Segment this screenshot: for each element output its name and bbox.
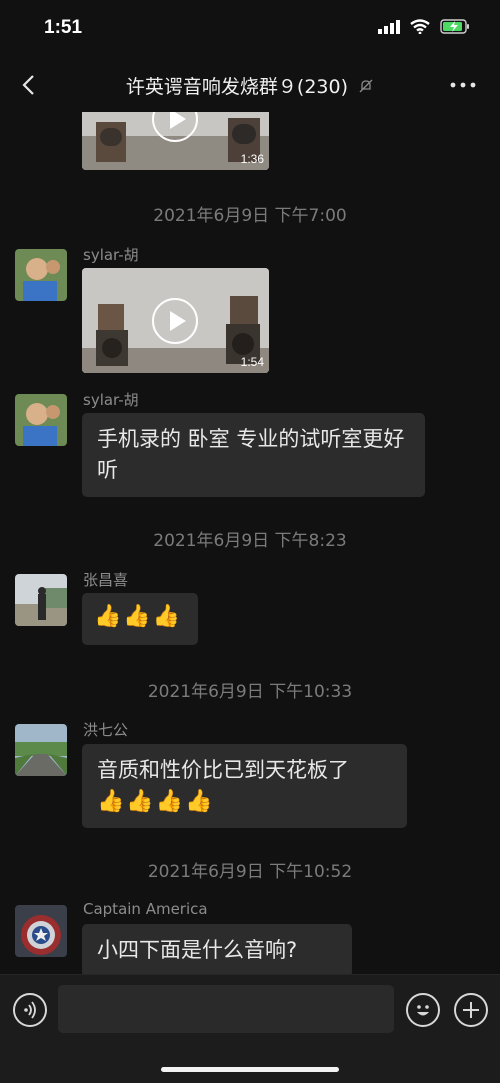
avatar[interactable] xyxy=(15,394,67,446)
message-text: 音质和性价比已到天花板了 xyxy=(97,758,349,782)
status-icons xyxy=(378,19,470,34)
video-duration: 1:36 xyxy=(240,152,264,166)
mute-icon xyxy=(358,77,374,99)
message-text: 手机录的 卧室 专业的试听室更好听 xyxy=(97,427,405,482)
voice-button[interactable] xyxy=(13,993,47,1027)
status-time: 1:51 xyxy=(44,17,83,38)
sender-name: 张昌喜 xyxy=(83,571,129,589)
video-duration: 1:54 xyxy=(240,355,264,369)
timestamp: 2021年6月9日 下午7:00 xyxy=(153,206,347,226)
more-button[interactable] xyxy=(448,70,478,100)
more-icon xyxy=(450,82,476,88)
voice-icon xyxy=(24,1001,36,1019)
sender-name: sylar-胡 xyxy=(83,391,139,409)
plus-icon xyxy=(463,1002,479,1018)
timestamp: 2021年6月9日 下午10:52 xyxy=(147,862,353,882)
video-message[interactable]: 1:36 xyxy=(82,112,269,170)
timestamp: 2021年6月9日 下午8:23 xyxy=(153,531,347,551)
video-message[interactable]: 1:54 xyxy=(82,268,269,373)
status-bar: 1:51 xyxy=(0,0,500,58)
message-input[interactable] xyxy=(58,985,394,1033)
wifi-icon xyxy=(410,19,430,34)
thumbs-up-icon: 👍👍👍 xyxy=(94,604,183,629)
message-bubble[interactable]: 手机录的 卧室 专业的试听室更好听 xyxy=(82,413,425,497)
sender-name: 洪七公 xyxy=(83,721,129,739)
home-indicator xyxy=(161,1067,339,1072)
thumbs-up-icon: 👍👍👍👍 xyxy=(97,789,215,814)
message-bubble[interactable]: 👍👍👍 xyxy=(82,593,198,645)
emoji-button[interactable] xyxy=(406,993,440,1027)
signal-icon xyxy=(378,19,400,34)
plus-button[interactable] xyxy=(454,993,488,1027)
sender-name: Captain America xyxy=(83,900,208,918)
battery-icon xyxy=(440,19,469,34)
avatar[interactable] xyxy=(15,905,67,957)
message-text: 小四下面是什么音响? xyxy=(97,938,298,962)
chat-title-text: 许英谔音响发烧群９(230) xyxy=(125,76,349,98)
chat-title: 许英谔音响发烧群９(230) xyxy=(0,72,500,99)
message-bubble[interactable]: 音质和性价比已到天花板了 👍👍👍👍 xyxy=(82,744,407,828)
emoji-icon xyxy=(417,1005,429,1016)
timestamp: 2021年6月9日 下午10:33 xyxy=(147,682,353,702)
chat-header: 许英谔音响发烧群９(230) xyxy=(0,58,500,114)
avatar[interactable] xyxy=(15,574,67,626)
avatar[interactable] xyxy=(15,724,67,776)
avatar[interactable] xyxy=(15,249,67,301)
message-list[interactable]: 1:36 2021年6月9日 下午7:00 sylar-胡 1:54 sylar… xyxy=(0,112,500,974)
play-icon[interactable] xyxy=(152,298,198,344)
input-bar xyxy=(0,974,500,1083)
sender-name: sylar-胡 xyxy=(83,246,139,264)
message-bubble[interactable]: 小四下面是什么音响? xyxy=(82,924,352,974)
